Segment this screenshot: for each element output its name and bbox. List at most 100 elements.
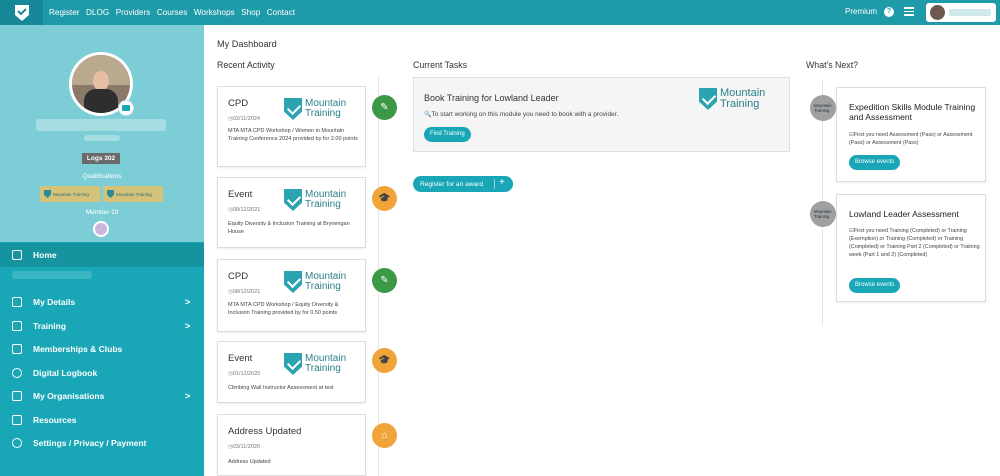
activity-type: CPD (228, 271, 249, 282)
next-step-title: Lowland Leader Assessment (849, 209, 959, 219)
nav-providers-link[interactable]: Providers (116, 8, 151, 17)
browse-events-button[interactable]: Browse events (849, 155, 901, 170)
mountain-training-logo: Mountain Training (284, 271, 346, 293)
activity-description: Climbing Wall Instructor Assessment at t… (228, 385, 334, 391)
plus-icon: + (499, 177, 505, 188)
find-training-button[interactable]: Find Training (424, 127, 471, 142)
sidebar-blurred-text (12, 271, 92, 279)
mountain-training-shield-icon (284, 98, 302, 120)
next-step-card: Expedition Skills Module Training and As… (836, 87, 986, 182)
mountain-training-logo: Mountain Training (284, 189, 346, 211)
avatar (930, 5, 945, 20)
help-icon[interactable]: ? (884, 7, 894, 17)
mountain-training-shield-icon (284, 353, 302, 375)
hamburger-menu-icon[interactable] (904, 7, 914, 16)
sidebar-item-training[interactable]: Training > (0, 314, 204, 338)
mountain-training-logo: Mountain Training (699, 88, 765, 110)
qualification-badge[interactable]: Mountain Training (40, 186, 100, 202)
next-step-title: Expedition Skills Module Training and As… (849, 102, 976, 122)
activity-card[interactable]: CPD 08/12/2021 MountainTraining MTA MTA … (217, 259, 366, 332)
flag-icon (12, 391, 22, 401)
sidebar-item-resources[interactable]: Resources (0, 408, 204, 432)
activity-type: Event (228, 353, 253, 364)
nav-workshops-link[interactable]: Workshops (194, 8, 235, 17)
graduation-cap-icon: 🎓 (372, 348, 397, 373)
member-of-label: Member Of (85, 209, 119, 216)
activity-type: Address Updated (228, 426, 302, 437)
top-nav-menu: Register DLOG Providers Courses Workshop… (49, 0, 301, 25)
pencil-icon: ✎ (372, 268, 397, 293)
mountain-training-logo: Mountain Training (284, 98, 346, 120)
id-card-icon (12, 344, 22, 354)
next-step-requirements: First you need Training (Completed) or T… (849, 227, 981, 259)
sidebar-item-home[interactable]: Home (0, 243, 204, 267)
task-subtitle: To start working on this module you need… (424, 111, 618, 118)
mountain-training-shield-icon (44, 190, 51, 198)
change-photo-camera-icon[interactable] (118, 100, 134, 116)
home-icon (12, 250, 22, 260)
activity-date: 02/11/2024 (228, 116, 260, 122)
sidebar-item-digital-logbook[interactable]: Digital Logbook (0, 361, 204, 385)
whats-next-heading: What's Next? (806, 60, 859, 70)
activity-description: MTA MTA CPD Workshop / Equity Diversity … (228, 302, 339, 316)
activity-card[interactable]: Event 01/12/2020 MountainTraining Climbi… (217, 341, 366, 403)
register-for-award-button[interactable]: Register for an award + (413, 176, 513, 192)
next-step-requirements: First you need Assessment (Pass) or Asse… (849, 131, 981, 147)
profile-name-blurred (36, 119, 166, 131)
sidebar-item-memberships[interactable]: Memberships & Clubs (0, 337, 204, 361)
task-title: Book Training for Lowland Leader (424, 93, 559, 103)
chevron-right-icon: > (185, 391, 191, 401)
pencil-icon: ✎ (372, 95, 397, 120)
next-step-card: Lowland Leader Assessment First you need… (836, 194, 986, 302)
chevron-right-icon: > (185, 321, 191, 331)
folder-icon (12, 415, 22, 425)
mountain-training-shield-icon (699, 88, 717, 110)
activity-date: 03/11/2020 (228, 444, 260, 450)
activity-description: Equity Diversity & Inclusion Training at… (228, 221, 350, 235)
mountain-training-shield-icon (107, 190, 114, 198)
nav-register-link[interactable]: Register (49, 8, 80, 17)
globe-icon (12, 368, 22, 378)
activity-description: Address Updated (228, 459, 271, 465)
premium-link[interactable]: Premium (845, 7, 877, 16)
nav-dlog-link[interactable]: DLOG (86, 8, 109, 17)
current-task-card: Book Training for Lowland Leader To star… (413, 77, 790, 152)
graduation-icon (12, 321, 22, 331)
site-logo[interactable] (0, 0, 43, 25)
nav-contact-link[interactable]: Contact (267, 8, 295, 17)
mountain-training-shield-icon (284, 189, 302, 211)
top-navbar: Register DLOG Providers Courses Workshop… (0, 0, 1000, 25)
sidebar-item-settings[interactable]: Settings / Privacy / Payment (0, 431, 204, 455)
mountain-training-shield-icon (284, 271, 302, 293)
membership-org-icon[interactable] (93, 221, 109, 237)
mountain-training-badge-icon: Mountain Training (810, 95, 836, 121)
activity-date: 01/12/2020 (228, 371, 261, 377)
sidebar-item-my-organisations[interactable]: My Organisations > (0, 384, 204, 408)
activity-type: CPD (228, 98, 249, 109)
browse-events-button[interactable]: Browse events (849, 278, 901, 293)
mountain-training-badge-icon: Mountain Training (810, 201, 836, 227)
qualification-badge[interactable]: Mountain Training (103, 186, 163, 202)
activity-card[interactable]: Event 08/12/2021 MountainTraining Equity… (217, 177, 366, 248)
qualification-badges: Mountain Training Mountain Training (40, 186, 163, 202)
nav-courses-link[interactable]: Courses (157, 8, 188, 17)
sidebar-item-my-details[interactable]: My Details > (0, 290, 204, 314)
recent-activity-heading: Recent Activity (217, 60, 275, 70)
activity-card[interactable]: CPD 02/11/2024 MountainTraining MTA MTA … (217, 86, 366, 167)
activity-date: 08/12/2021 (228, 207, 261, 213)
mountain-training-logo: Mountain Training (284, 353, 346, 375)
graduation-cap-icon: 🎓 (372, 186, 397, 211)
page-title: My Dashboard (217, 39, 277, 49)
gear-icon (12, 438, 22, 448)
sidebar: Logs 302 Qualifications Mountain Trainin… (0, 25, 204, 476)
activity-type: Event (228, 189, 253, 200)
user-account-menu[interactable] (926, 3, 996, 22)
activity-card[interactable]: Address Updated 03/11/2020 Address Updat… (217, 414, 366, 476)
current-tasks-heading: Current Tasks (413, 60, 468, 70)
activity-date: 08/12/2021 (228, 289, 261, 295)
home-icon: ⌂ (372, 423, 397, 448)
user-name-blurred (949, 9, 991, 16)
activity-description: MTA MTA CPD Workshop / Women in Mountain… (228, 128, 358, 142)
nav-shop-link[interactable]: Shop (241, 8, 260, 17)
logs-count-badge[interactable]: Logs 302 (82, 153, 120, 164)
